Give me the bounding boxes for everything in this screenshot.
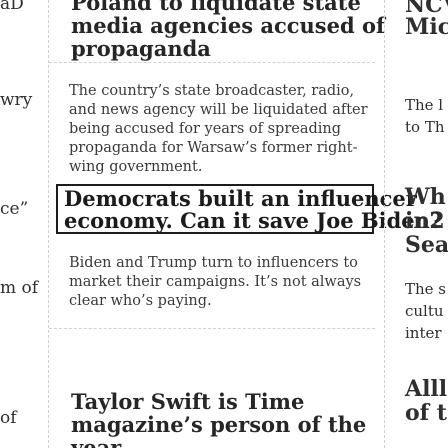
right-fragment: Wh (405, 184, 446, 210)
article-summary: Biden and Trump turn to influencers to m… (69, 255, 362, 309)
highlighted-headline-line2: economy. Can it save Joe Biden? (64, 208, 443, 233)
right-fragment: inter (405, 324, 442, 342)
right-fragment: in2 (405, 208, 445, 234)
article-headline[interactable]: Poland to liquidate state media agencies… (49, 0, 395, 60)
left-fragment: ce” (0, 199, 29, 219)
left-fragment: m of (0, 278, 39, 298)
article-summary: The country’s state broadcaster, radio, … (69, 83, 368, 175)
right-column-clipped: NCV Mic The l to Th Wh in2 Sea The s cul… (384, 0, 448, 448)
article-card-taylor-swift[interactable]: Taylor Swift is Time magazine’s person o… (49, 352, 375, 448)
left-fragment: of (0, 408, 17, 428)
left-fragment: wry (0, 90, 33, 110)
right-fragment: Sea (405, 232, 448, 258)
article-card-poland-summary: The country’s state broadcaster, radio, … (49, 72, 375, 175)
highlighted-headline-box[interactable]: Democrats built an influencer economy. C… (56, 184, 443, 234)
left-fragment: aD (0, 0, 24, 14)
right-fragment: The s (405, 280, 447, 298)
right-fragment: to Th (405, 118, 445, 136)
article-card-poland[interactable]: Poland to liquidate state media agencies… (49, 0, 385, 63)
right-fragment: Mic (405, 14, 448, 40)
article-card-democrats[interactable]: Biden and Trump turn to influencers to m… (49, 240, 375, 329)
right-fragment: The l (405, 96, 444, 114)
highlighted-headline-line1: Democrats built an influencer (64, 186, 417, 211)
left-column-clipped: aD wry ce” m of of (0, 0, 40, 448)
article-headline[interactable]: Taylor Swift is Time magazine’s person o… (49, 390, 375, 448)
right-fragment: of t (405, 400, 447, 426)
right-fragment: Alll (405, 376, 448, 402)
right-fragment: cultu (405, 302, 444, 320)
